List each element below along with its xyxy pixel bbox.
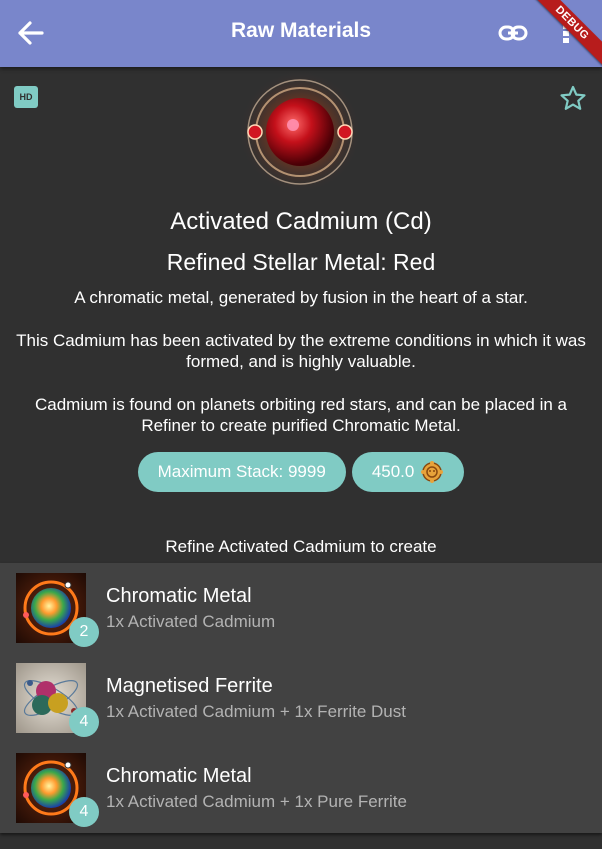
list-item[interactable]: 4 Chromatic Metal 1x Activated Cadmium +…: [0, 743, 602, 833]
refine-inputs: 1x Activated Cadmium: [106, 612, 276, 631]
refine-inputs: 1x Activated Cadmium + 1x Ferrite Dust: [106, 702, 406, 721]
value-label: 450.0: [371, 462, 415, 481]
more-vert-icon[interactable]: [560, 20, 574, 46]
output-name: Chromatic Metal: [106, 765, 252, 787]
list-item[interactable]: 4 Magnetised Ferrite 1x Activated Cadmiu…: [0, 653, 602, 743]
item-name: Activated Cadmium (Cd): [170, 208, 432, 235]
app-bar: Raw Materials: [0, 0, 602, 67]
item-description: A chromatic metal, generated by fusion i…: [74, 288, 528, 307]
refine-section-title: Refine Activated Cadmium to create: [165, 537, 437, 556]
output-quantity-badge: 4: [69, 707, 99, 737]
item-description: Cadmium is found on planets orbiting red…: [34, 395, 568, 435]
max-stack-label: Maximum Stack: 9999: [157, 462, 326, 481]
hd-toggle-button[interactable]: HD: [14, 86, 38, 108]
output-quantity-badge: 4: [69, 797, 99, 827]
star-outline-icon[interactable]: [559, 85, 587, 111]
output-quantity-badge: 2: [69, 617, 99, 647]
output-name: Chromatic Metal: [106, 585, 252, 607]
refine-list: 2 Chromatic Metal 1x Activated Cadmium 4…: [0, 563, 602, 833]
info-chips: Maximum Stack: 9999 450.0: [0, 452, 602, 492]
link-icon[interactable]: [497, 20, 529, 46]
max-stack-chip: Maximum Stack: 9999: [137, 452, 346, 492]
units-currency-icon: [421, 461, 444, 483]
value-chip: 450.0: [351, 452, 465, 492]
list-item[interactable]: 2 Chromatic Metal 1x Activated Cadmium: [0, 563, 602, 653]
refine-inputs: 1x Activated Cadmium + 1x Pure Ferrite: [106, 792, 407, 811]
output-name: Magnetised Ferrite: [106, 675, 273, 697]
item-description: This Cadmium has been activated by the e…: [16, 331, 586, 371]
item-group: Refined Stellar Metal: Red: [166, 249, 436, 275]
activated-cadmium-image: [238, 70, 362, 194]
